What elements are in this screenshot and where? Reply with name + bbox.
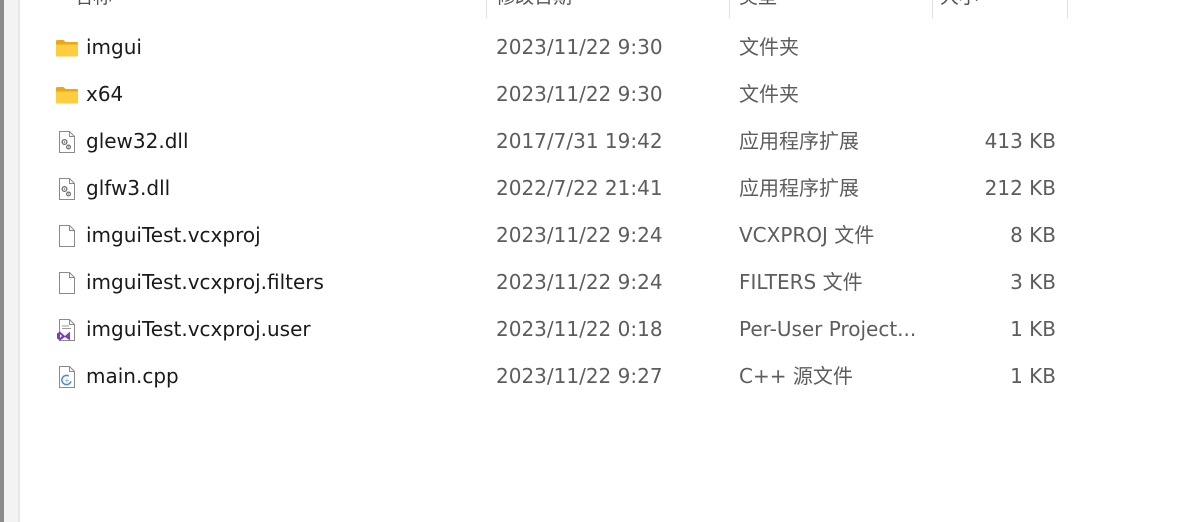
file-type: 文件夹: [739, 82, 799, 106]
file-row[interactable]: imguiTest.vcxproj.user 2023/11/22 0:18 P…: [0, 306, 1194, 353]
file-name: imguiTest.vcxproj.user: [86, 317, 311, 341]
file-name: glfw3.dll: [86, 176, 171, 200]
file-size: 1 KB: [1010, 364, 1056, 388]
file-explorer-window: 名称 修改日期 类型 大小 imgui 2023/11/22 9:30 文件夹 …: [0, 0, 1194, 522]
file-size: 8 KB: [1010, 223, 1056, 247]
file-type: Per-User Project...: [739, 317, 917, 341]
column-header-size[interactable]: 大小: [940, 0, 978, 18]
file-list: imgui 2023/11/22 9:30 文件夹 x64 2023/11/22…: [0, 24, 1194, 400]
file-row[interactable]: imgui 2023/11/22 9:30 文件夹: [0, 24, 1194, 71]
column-separator[interactable]: [1067, 0, 1068, 18]
folder-icon: [55, 83, 79, 107]
file-type: C++ 源文件: [739, 364, 853, 388]
dll-file-icon: [55, 177, 79, 201]
visual-studio-file-icon: [55, 318, 79, 342]
column-header-name[interactable]: 名称: [74, 0, 112, 18]
dll-file-icon: [55, 130, 79, 154]
file-row[interactable]: imguiTest.vcxproj 2023/11/22 9:24 VCXPRO…: [0, 212, 1194, 259]
file-size: 413 KB: [984, 129, 1056, 153]
generic-file-icon: [55, 271, 79, 295]
column-separator[interactable]: [486, 0, 487, 18]
file-name: x64: [86, 82, 124, 106]
column-header-date[interactable]: 修改日期: [496, 0, 572, 18]
column-header-row: 名称 修改日期 类型 大小: [0, 0, 1194, 18]
file-row[interactable]: glew32.dll 2017/7/31 19:42 应用程序扩展 413 KB: [0, 118, 1194, 165]
file-name: main.cpp: [86, 364, 179, 388]
file-name: glew32.dll: [86, 129, 189, 153]
file-size: [940, 71, 1056, 118]
file-date: 2023/11/22 9:30: [496, 82, 663, 106]
file-size: 212 KB: [984, 176, 1056, 200]
column-separator[interactable]: [932, 0, 933, 18]
file-type: VCXPROJ 文件: [739, 223, 875, 247]
file-type: 应用程序扩展: [739, 129, 859, 153]
file-row[interactable]: imguiTest.vcxproj.filters 2023/11/22 9:2…: [0, 259, 1194, 306]
file-name: imguiTest.vcxproj.filters: [86, 270, 324, 294]
svg-text:+: +: [64, 376, 69, 384]
file-row[interactable]: x64 2023/11/22 9:30 文件夹: [0, 71, 1194, 118]
file-row[interactable]: + main.cpp 2023/11/22 9:27 C++ 源文件 1 KB: [0, 353, 1194, 400]
file-size: 3 KB: [1010, 270, 1056, 294]
file-date: 2022/7/22 21:41: [496, 176, 663, 200]
file-type: FILTERS 文件: [739, 270, 863, 294]
file-type: 文件夹: [739, 35, 799, 59]
column-separator[interactable]: [729, 0, 730, 18]
file-date: 2023/11/22 9:24: [496, 270, 663, 294]
folder-icon: [55, 36, 79, 60]
file-row[interactable]: glfw3.dll 2022/7/22 21:41 应用程序扩展 212 KB: [0, 165, 1194, 212]
file-type: 应用程序扩展: [739, 176, 859, 200]
generic-file-icon: [55, 224, 79, 248]
file-date: 2023/11/22 9:27: [496, 364, 663, 388]
file-name: imguiTest.vcxproj: [86, 223, 261, 247]
column-header-type[interactable]: 类型: [739, 0, 777, 18]
file-size: 1 KB: [1010, 317, 1056, 341]
file-date: 2023/11/22 9:24: [496, 223, 663, 247]
file-date: 2023/11/22 9:30: [496, 35, 663, 59]
file-date: 2017/7/31 19:42: [496, 129, 663, 153]
file-date: 2023/11/22 0:18: [496, 317, 663, 341]
file-size: [940, 24, 1056, 71]
cpp-file-icon: +: [55, 365, 79, 389]
file-name: imgui: [86, 35, 142, 59]
